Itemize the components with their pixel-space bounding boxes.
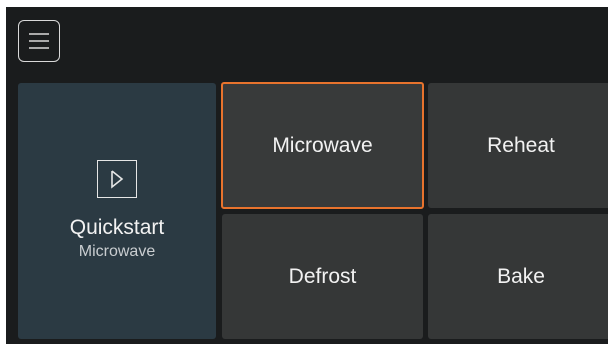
- appliance-screen: Quickstart Microwave Microwave Reheat De…: [6, 7, 608, 344]
- mode-label: Reheat: [487, 133, 555, 157]
- quickstart-title: Quickstart: [69, 216, 165, 239]
- mode-label: Microwave: [272, 133, 373, 157]
- play-icon: [97, 160, 137, 198]
- hamburger-menu-icon: [29, 33, 49, 49]
- mode-tile-bake[interactable]: Bake: [428, 214, 608, 339]
- mode-tile-microwave[interactable]: Microwave: [221, 82, 424, 209]
- mode-label: Bake: [497, 264, 545, 288]
- quickstart-tile[interactable]: Quickstart Microwave: [18, 83, 216, 339]
- mode-tile-defrost[interactable]: Defrost: [222, 214, 423, 339]
- quickstart-subtitle: Microwave: [78, 243, 156, 260]
- mode-tile-reheat[interactable]: Reheat: [428, 83, 608, 208]
- mode-label: Defrost: [288, 264, 357, 288]
- menu-button[interactable]: [18, 20, 60, 62]
